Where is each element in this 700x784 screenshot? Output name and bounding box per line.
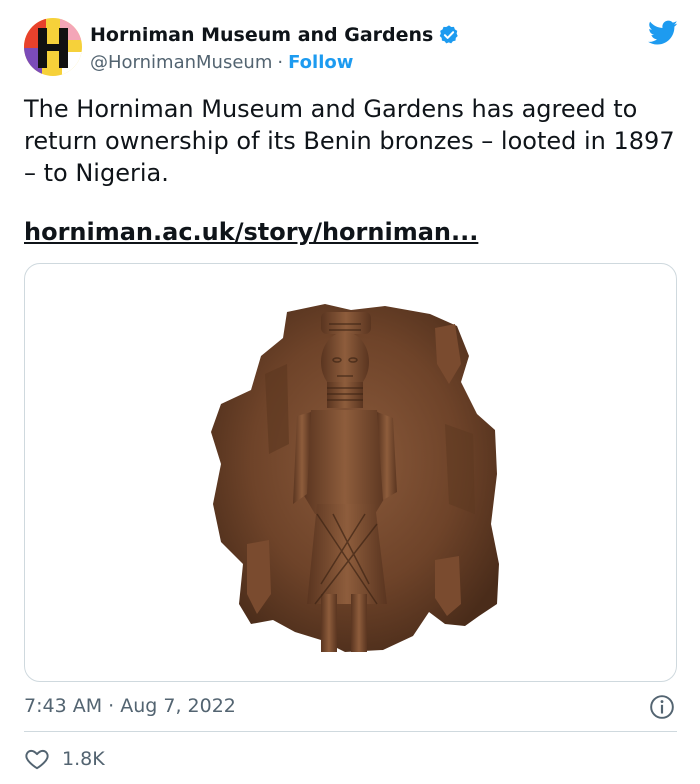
like-button[interactable]: 1.8K [24, 744, 105, 774]
tweet-header: Horniman Museum and Gardens @HornimanMus… [24, 18, 684, 78]
author-names: Horniman Museum and Gardens @HornimanMus… [90, 22, 460, 76]
avatar[interactable] [24, 18, 82, 76]
author-handle[interactable]: @HornimanMuseum [90, 52, 272, 73]
verified-badge-icon [438, 24, 460, 46]
heart-icon[interactable] [24, 746, 50, 772]
tweet-timestamp[interactable]: 7:43 AM · Aug 7, 2022 [24, 692, 236, 720]
follow-button[interactable]: Follow [288, 52, 353, 73]
tweet-text: The Horniman Museum and Gardens has agre… [24, 95, 675, 187]
benin-bronze-plaque-image [211, 304, 499, 652]
twitter-bird-icon[interactable] [648, 20, 678, 46]
media-card[interactable] [24, 263, 677, 682]
info-icon[interactable] [649, 694, 675, 720]
divider [24, 731, 677, 732]
author-handle-row: @HornimanMuseum · Follow [90, 50, 460, 76]
story-link[interactable]: horniman.ac.uk/story/horniman... [24, 216, 478, 248]
author-display-name[interactable]: Horniman Museum and Gardens [90, 24, 433, 46]
like-count: 1.8K [62, 748, 105, 770]
separator-dot: · [277, 52, 284, 73]
